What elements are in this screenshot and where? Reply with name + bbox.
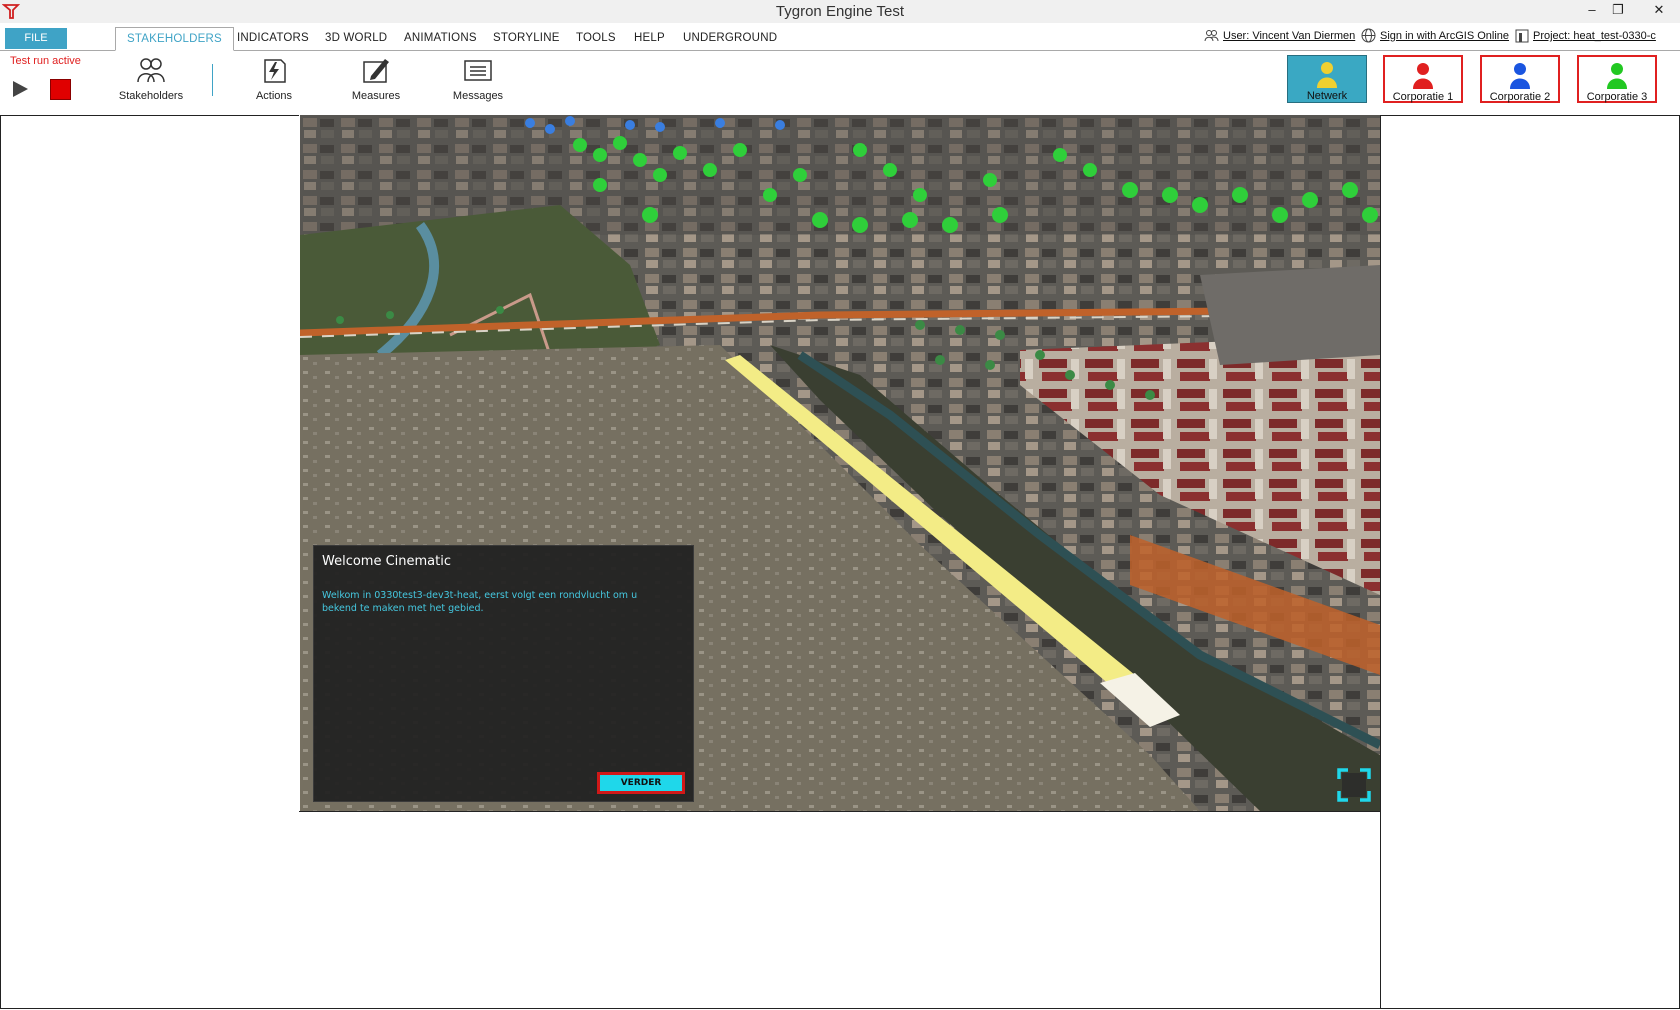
messages-tool-button[interactable]: Messages [450, 56, 506, 102]
pencil-icon [363, 59, 389, 83]
toolbar-divider [212, 64, 213, 96]
tab-3d-world[interactable]: 3D WORLD [325, 32, 387, 44]
stop-icon[interactable] [50, 79, 71, 100]
window-title: Tygron Engine Test [775, 3, 905, 20]
measures-tool-button[interactable]: Measures [347, 56, 405, 102]
lightning-icon [264, 59, 286, 83]
person-blue-icon [1510, 63, 1530, 89]
menu-bar: FILE STAKEHOLDERS INDICATORS 3D WORLD AN… [0, 23, 1680, 51]
minimize-icon[interactable]: – [1578, 0, 1606, 22]
title-bar: Tygron Engine Test – ❐ ✕ [0, 0, 1680, 23]
tab-animations[interactable]: ANIMATIONS [404, 32, 477, 44]
tab-storyline[interactable]: STORYLINE [493, 32, 560, 44]
restore-icon[interactable]: ❐ [1604, 0, 1632, 22]
message-icon [464, 60, 492, 81]
test-run-status: Test run active [10, 55, 81, 67]
tab-tools[interactable]: TOOLS [576, 32, 616, 44]
dialog-title: Welcome Cinematic [322, 554, 452, 569]
tab-help[interactable]: HELP [634, 32, 665, 44]
right-panel [1380, 115, 1680, 1009]
person-green-icon [1607, 63, 1627, 89]
tab-indicators[interactable]: INDICATORS [237, 32, 309, 44]
welcome-dialog: Welcome Cinematic Welkom in 0330test3-de… [313, 545, 694, 802]
actions-tool-button[interactable]: Actions [245, 56, 303, 102]
3d-viewport[interactable]: Welcome Cinematic Welkom in 0330test3-de… [300, 115, 1380, 811]
stakeholder-label: Corporatie 3 [1586, 91, 1648, 103]
stakeholder-netwerk-button[interactable]: Netwerk [1287, 55, 1367, 103]
user-link[interactable]: User: Vincent Van Diermen [1223, 30, 1355, 42]
person-red-icon [1413, 63, 1433, 89]
person-yellow-icon [1317, 62, 1337, 88]
play-icon[interactable] [10, 79, 30, 99]
toolbar: Test run active Stakeholders Actions Mea… [0, 51, 1680, 115]
stakeholder-corporatie-1-button[interactable]: Corporatie 1 [1383, 55, 1463, 103]
actions-tool-label: Actions [255, 90, 293, 102]
fullscreen-icon[interactable] [1336, 767, 1372, 803]
bottom-panel [299, 811, 1380, 1009]
people-icon [137, 58, 165, 83]
stakeholder-label: Corporatie 2 [1489, 91, 1551, 103]
stakeholders-tool-label: Stakeholders [118, 90, 184, 102]
measures-tool-label: Measures [351, 90, 401, 102]
file-menu-button[interactable]: FILE [5, 28, 67, 49]
stakeholder-label: Netwerk [1306, 90, 1348, 102]
stakeholders-tool-button[interactable]: Stakeholders [116, 56, 186, 102]
close-icon[interactable]: ✕ [1645, 0, 1673, 22]
dialog-body: Welkom in 0330test3-dev3t-heat, eerst vo… [322, 590, 638, 614]
globe-icon [1361, 28, 1376, 43]
left-panel [0, 115, 299, 1009]
arcgis-signin-link[interactable]: Sign in with ArcGIS Online [1380, 30, 1509, 42]
stakeholder-label: Corporatie 1 [1392, 91, 1454, 103]
verder-button[interactable]: VERDER [597, 772, 685, 794]
user-icon [1204, 30, 1219, 42]
messages-tool-label: Messages [452, 90, 504, 102]
stakeholder-corporatie-3-button[interactable]: Corporatie 3 [1577, 55, 1657, 103]
tab-underground[interactable]: UNDERGROUND [683, 32, 777, 44]
stakeholder-corporatie-2-button[interactable]: Corporatie 2 [1480, 55, 1560, 103]
project-icon [1515, 29, 1529, 43]
project-link[interactable]: Project: heat_test-0330-c [1533, 30, 1656, 42]
tab-stakeholders[interactable]: STAKEHOLDERS [115, 27, 234, 51]
